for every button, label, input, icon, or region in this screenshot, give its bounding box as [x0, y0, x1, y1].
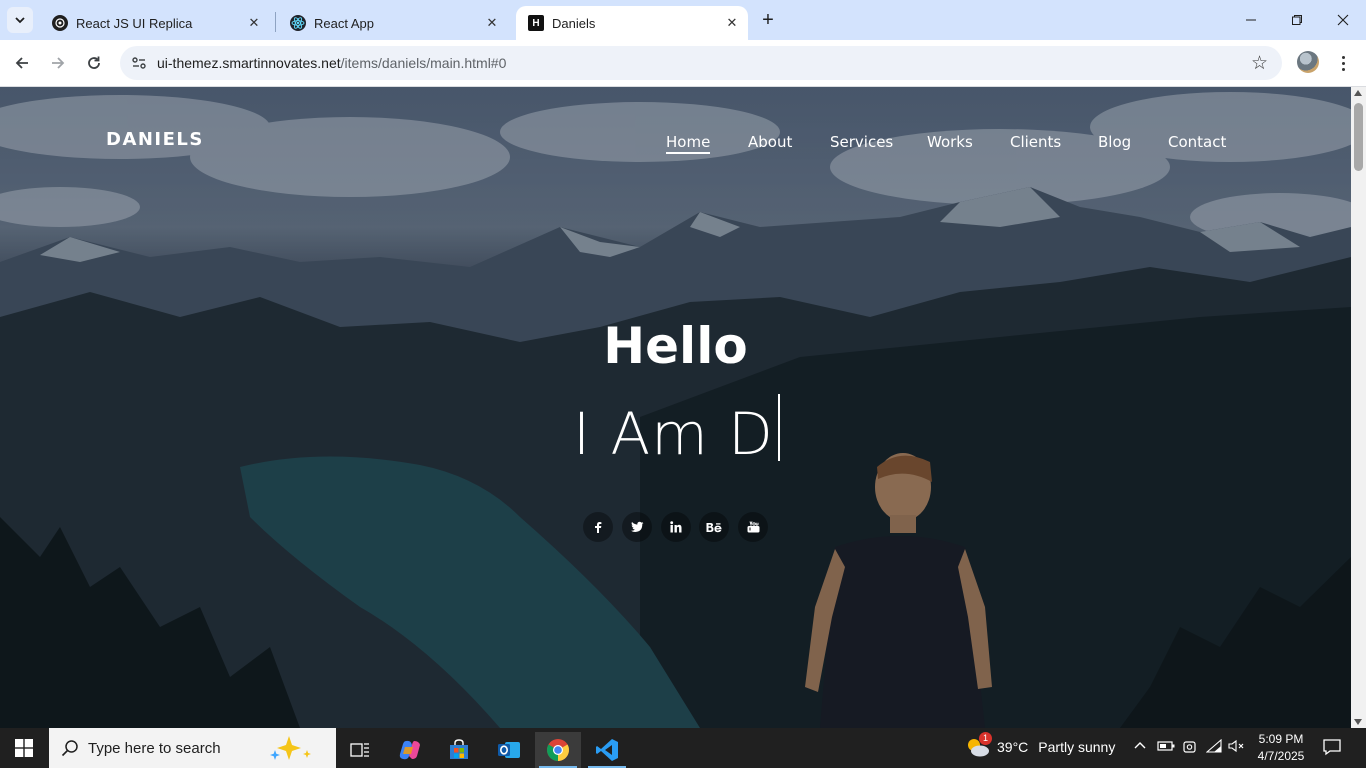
- weather-alert-badge: 1: [979, 732, 992, 745]
- url-path: /items/daniels/main.html#0: [340, 55, 507, 71]
- tab-title: React App: [314, 15, 374, 31]
- start-button[interactable]: [0, 728, 48, 768]
- search-placeholder: Type here to search: [88, 740, 221, 757]
- battery-icon[interactable]: [1157, 739, 1175, 756]
- weather-partly-sunny-icon: 1: [965, 732, 992, 758]
- browser-toolbar: ui-themez.smartinnovates.net/items/danie…: [0, 40, 1366, 87]
- nav-home[interactable]: Home: [666, 133, 711, 154]
- url-host: ui-themez.smartinnovates.net: [157, 55, 341, 71]
- tab-title: Daniels: [552, 15, 596, 31]
- main-navigation: Home About Services Works Clients Blog C…: [0, 133, 1351, 157]
- show-hidden-icons-chevron-up-icon[interactable]: [1133, 739, 1147, 756]
- restore-button[interactable]: [1274, 0, 1320, 40]
- nav-clients[interactable]: Clients: [1010, 133, 1061, 151]
- youtube-icon[interactable]: [738, 512, 768, 542]
- close-tab-icon[interactable]: ✕: [244, 13, 264, 33]
- copilot-icon: [399, 740, 420, 760]
- profile-avatar[interactable]: [1297, 51, 1319, 73]
- facebook-icon[interactable]: [583, 512, 613, 542]
- forward-button[interactable]: [44, 49, 72, 77]
- volume-muted-icon[interactable]: [1228, 739, 1246, 756]
- scrollbar-thumb[interactable]: [1354, 103, 1363, 171]
- reload-icon: [88, 56, 100, 69]
- weather-condition: Partly sunny: [1038, 739, 1116, 755]
- tab-react-app[interactable]: React App ✕: [278, 6, 508, 40]
- tab-divider: [275, 12, 276, 32]
- new-tab-button[interactable]: +: [756, 8, 780, 32]
- restore-icon: [1292, 15, 1302, 25]
- tab-daniels[interactable]: H Daniels ✕: [516, 6, 748, 40]
- site-info-icon[interactable]: [130, 54, 148, 72]
- clock-time: 5:09 PM: [1258, 732, 1304, 746]
- notification-icon: [1323, 739, 1341, 756]
- twitter-icon[interactable]: [622, 512, 652, 542]
- vscode-taskbar-button[interactable]: [584, 732, 630, 768]
- bookmark-star-icon[interactable]: ☆: [1251, 52, 1268, 75]
- hero-typed-text: I Am D: [573, 400, 774, 468]
- nav-services[interactable]: Services: [830, 133, 893, 151]
- task-view-button[interactable]: [337, 732, 383, 768]
- address-bar[interactable]: ui-themez.smartinnovates.net/items/danie…: [120, 46, 1282, 80]
- task-view-icon: [350, 743, 369, 757]
- outlook-button[interactable]: [486, 732, 532, 768]
- arrow-right-icon: [52, 57, 65, 69]
- social-links: [0, 512, 1351, 542]
- url-text: ui-themez.smartinnovates.net/items/danie…: [157, 55, 506, 71]
- typing-cursor: [778, 394, 780, 461]
- copilot-button[interactable]: [387, 732, 433, 768]
- browser-menu-button[interactable]: [1334, 51, 1352, 75]
- hero-title: Hello: [603, 317, 748, 375]
- microsoft-store-icon: [450, 739, 468, 759]
- nav-works[interactable]: Works: [927, 133, 973, 151]
- chevron-down-icon: [15, 17, 25, 24]
- chrome-icon: [547, 739, 569, 761]
- weather-temperature: 39°C: [997, 739, 1029, 755]
- close-icon: [1337, 14, 1349, 26]
- windows-logo-icon: [15, 739, 33, 757]
- back-button[interactable]: [8, 49, 36, 77]
- page-viewport: DANIELS Home About Services Works Client…: [0, 87, 1351, 728]
- scroll-down-arrow-icon[interactable]: [1354, 719, 1362, 725]
- tab-react-js-ui-replica[interactable]: React JS UI Replica ✕: [40, 6, 270, 40]
- system-clock[interactable]: 5:09 PM 4/7/2025: [1256, 731, 1306, 765]
- weather-widget[interactable]: 1 39°C Partly sunny: [965, 732, 1116, 758]
- taskbar-search-box[interactable]: Type here to search: [49, 728, 336, 768]
- tab-search-button[interactable]: [7, 7, 33, 33]
- tab-strip: React JS UI Replica ✕ React App ✕ H Dani…: [0, 0, 1366, 40]
- tab-title: React JS UI Replica: [76, 15, 193, 31]
- copilot-sparkle-icon: [270, 736, 311, 760]
- react-logo-icon: [290, 15, 306, 31]
- h-logo-icon: H: [528, 15, 544, 31]
- minimize-button[interactable]: [1228, 0, 1274, 40]
- reload-button[interactable]: [80, 49, 108, 77]
- behance-icon[interactable]: [699, 512, 729, 542]
- search-icon: [61, 740, 78, 757]
- wifi-icon[interactable]: [1205, 738, 1222, 756]
- minimize-icon: [1246, 19, 1256, 21]
- notification-center-button[interactable]: [1322, 738, 1342, 756]
- close-tab-icon[interactable]: ✕: [482, 13, 502, 33]
- microsoft-store-button[interactable]: [436, 732, 482, 768]
- close-tab-icon[interactable]: ✕: [722, 13, 742, 33]
- nav-contact[interactable]: Contact: [1168, 133, 1226, 151]
- outlook-icon: [498, 742, 520, 758]
- page-scrollbar[interactable]: [1351, 87, 1366, 728]
- scroll-up-arrow-icon[interactable]: [1354, 90, 1362, 96]
- nav-about[interactable]: About: [748, 133, 792, 151]
- openai-logo-icon: [52, 15, 68, 31]
- meet-now-icon[interactable]: [1182, 739, 1198, 758]
- windows-taskbar: Type here to search 1 39°C Partly sunny: [0, 728, 1366, 768]
- vscode-icon: [596, 739, 618, 761]
- close-window-button[interactable]: [1320, 0, 1366, 40]
- linkedin-icon[interactable]: [661, 512, 691, 542]
- arrow-left-icon: [15, 57, 28, 69]
- clock-date: 4/7/2025: [1257, 749, 1305, 763]
- nav-blog[interactable]: Blog: [1098, 133, 1131, 151]
- chrome-taskbar-button[interactable]: [535, 732, 581, 768]
